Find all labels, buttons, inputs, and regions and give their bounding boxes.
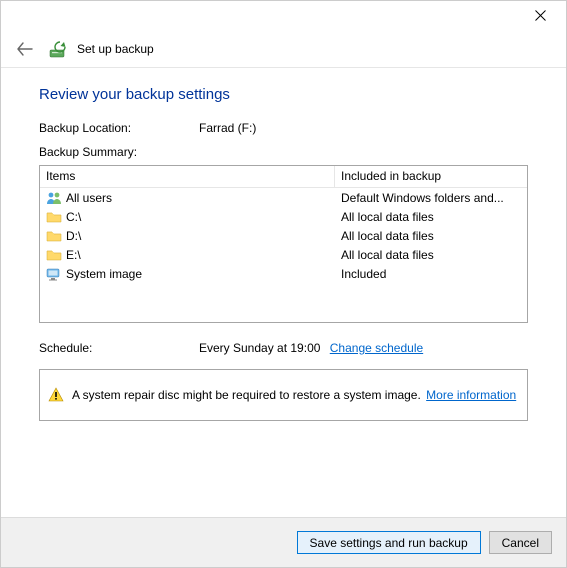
item-name: E:\ bbox=[66, 248, 81, 262]
backup-location-value: Farrad (F:) bbox=[199, 121, 256, 135]
cancel-button[interactable]: Cancel bbox=[489, 531, 552, 554]
item-name: System image bbox=[66, 267, 142, 281]
table-row[interactable]: All users Default Windows folders and... bbox=[40, 188, 527, 207]
item-name: C:\ bbox=[66, 210, 81, 224]
cell-included: All local data files bbox=[335, 210, 527, 224]
heading: Review your backup settings bbox=[39, 86, 528, 103]
cell-items: All users bbox=[40, 190, 335, 206]
content: Review your backup settings Backup Locat… bbox=[1, 68, 566, 517]
schedule-value: Every Sunday at 19:00 bbox=[199, 341, 320, 355]
table-row[interactable]: D:\ All local data files bbox=[40, 226, 527, 245]
cell-included: Default Windows folders and... bbox=[335, 191, 527, 205]
table-row[interactable]: E:\ All local data files bbox=[40, 245, 527, 264]
schedule-row: Schedule: Every Sunday at 19:00 Change s… bbox=[39, 341, 528, 355]
cell-items: D:\ bbox=[40, 228, 335, 244]
backup-page-icon bbox=[49, 40, 67, 58]
title-bar bbox=[1, 1, 566, 33]
item-name: D:\ bbox=[66, 229, 81, 243]
folder-icon bbox=[46, 247, 62, 263]
page-title: Set up backup bbox=[77, 42, 154, 56]
users-icon bbox=[46, 190, 62, 206]
info-text-wrap: A system repair disc might be required t… bbox=[72, 388, 516, 402]
folder-icon bbox=[46, 209, 62, 225]
back-button[interactable] bbox=[11, 37, 39, 61]
col-header-included[interactable]: Included in backup bbox=[335, 166, 527, 187]
backup-location-label: Backup Location: bbox=[39, 121, 199, 135]
col-header-items[interactable]: Items bbox=[40, 166, 335, 187]
cell-items: E:\ bbox=[40, 247, 335, 263]
info-text: A system repair disc might be required t… bbox=[72, 388, 421, 402]
sysimage-icon bbox=[46, 266, 62, 282]
table-header-row: Items Included in backup bbox=[40, 166, 527, 188]
schedule-label: Schedule: bbox=[39, 341, 199, 355]
save-settings-run-backup-button[interactable]: Save settings and run backup bbox=[297, 531, 481, 554]
cell-included: All local data files bbox=[335, 248, 527, 262]
table-row[interactable]: C:\ All local data files bbox=[40, 207, 527, 226]
close-icon bbox=[535, 10, 546, 21]
backup-summary-label: Backup Summary: bbox=[39, 145, 528, 159]
table-row[interactable]: System image Included bbox=[40, 264, 527, 283]
backup-summary-table: Items Included in backup All users Defaul… bbox=[39, 165, 528, 323]
backup-location-row: Backup Location: Farrad (F:) bbox=[39, 121, 528, 135]
warning-icon bbox=[48, 387, 64, 403]
cell-items: C:\ bbox=[40, 209, 335, 225]
cell-included: Included bbox=[335, 267, 527, 281]
item-name: All users bbox=[66, 191, 112, 205]
cell-included: All local data files bbox=[335, 229, 527, 243]
footer: Save settings and run backup Cancel bbox=[1, 517, 566, 567]
info-box: A system repair disc might be required t… bbox=[39, 369, 528, 421]
back-arrow-icon bbox=[17, 42, 33, 56]
close-button[interactable] bbox=[520, 3, 560, 27]
nav-row: Set up backup bbox=[1, 33, 566, 65]
change-schedule-link[interactable]: Change schedule bbox=[330, 341, 423, 355]
more-information-link[interactable]: More information bbox=[426, 388, 516, 402]
cell-items: System image bbox=[40, 266, 335, 282]
folder-icon bbox=[46, 228, 62, 244]
